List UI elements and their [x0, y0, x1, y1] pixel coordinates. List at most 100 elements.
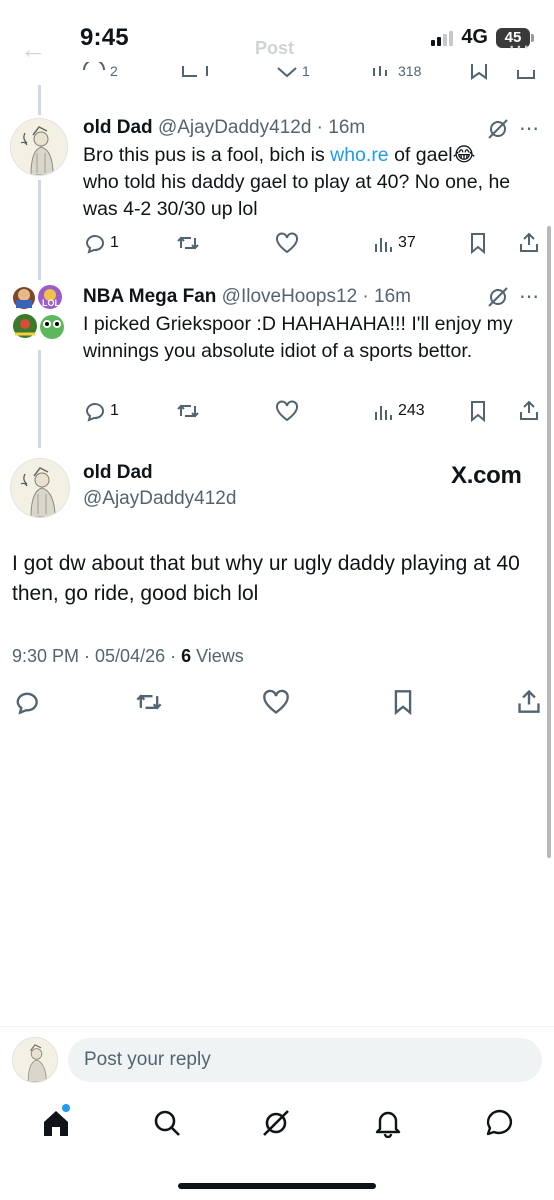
share-icon	[520, 400, 538, 420]
display-name[interactable]: NBA Mega Fan	[83, 286, 216, 307]
reply-icon	[85, 235, 104, 254]
views-icon	[375, 406, 392, 420]
share-icon	[517, 70, 535, 79]
action-bar: 1 37	[0, 230, 554, 256]
bookmark-button[interactable]	[468, 400, 488, 422]
bookmark-icon	[471, 233, 485, 254]
reply-header: old Dad @AjayDaddy412d · 16m	[83, 116, 365, 140]
views-icon	[373, 66, 387, 76]
thread-line	[38, 85, 41, 115]
heart-icon	[276, 400, 298, 422]
grok-icon[interactable]	[487, 286, 509, 308]
reply-count: 1	[110, 234, 119, 251]
unread-dot	[62, 1104, 70, 1112]
separator: ·	[357, 286, 375, 307]
more-icon[interactable]: ⋯	[519, 284, 539, 309]
post-meta: 9:30 PM · 05/04/26 · 6 Views	[12, 646, 244, 667]
repost-icon	[182, 66, 208, 77]
repost-icon	[177, 404, 199, 418]
search-icon	[154, 1110, 180, 1136]
handle[interactable]: @AjayDaddy412d	[158, 117, 311, 138]
page-title: Post	[255, 38, 295, 58]
like-button[interactable]	[275, 232, 299, 254]
reply-text: I picked Griekspoor :D HAHAHAHA!!! I'll …	[83, 313, 513, 362]
svg-text:318: 318	[398, 63, 422, 79]
reply-icon	[83, 62, 105, 71]
repost-button[interactable]	[176, 400, 200, 422]
repost-icon	[136, 694, 162, 710]
reply-placeholder: Post your reply	[84, 1049, 211, 1070]
avatar[interactable]	[10, 118, 68, 176]
bookmark-icon	[471, 64, 487, 80]
views-count: 6	[181, 646, 192, 666]
post-time[interactable]: 16m	[374, 286, 411, 307]
nav-grok[interactable]	[261, 1108, 291, 1138]
svg-text:2: 2	[110, 63, 118, 79]
messages-icon	[486, 1109, 513, 1136]
bottom-nav	[0, 1100, 554, 1150]
reply-button[interactable]: 1	[83, 232, 119, 254]
views-icon	[375, 238, 392, 252]
display-name[interactable]: old Dad	[83, 462, 153, 484]
post-text: I got dw about that but why ur ugly dadd…	[12, 552, 520, 605]
share-button[interactable]	[518, 399, 540, 421]
like-button[interactable]	[275, 400, 299, 422]
bookmark-icon	[394, 690, 412, 715]
nav-search[interactable]	[153, 1109, 181, 1137]
text-link[interactable]: who.re	[330, 144, 389, 166]
bell-icon	[375, 1111, 401, 1138]
share-icon	[518, 689, 540, 713]
more-icon[interactable]: ⋯	[508, 34, 530, 60]
heart-icon	[276, 232, 298, 254]
handle[interactable]: @IloveHoops12	[222, 286, 357, 307]
avatar[interactable]	[12, 1037, 58, 1083]
nav-messages[interactable]	[485, 1108, 515, 1138]
divider	[0, 1026, 554, 1027]
bookmark-button[interactable]	[391, 689, 415, 715]
views-button[interactable]: 37	[373, 232, 416, 254]
handle[interactable]: @AjayDaddy412d	[83, 488, 236, 510]
reply-text-part: Bro this pus is a fool, bich is	[83, 144, 331, 166]
reply-count: 1	[110, 402, 119, 419]
avatar[interactable]: LOL	[10, 284, 68, 342]
share-button[interactable]	[516, 688, 542, 714]
repost-icon	[177, 236, 199, 250]
views-count: 37	[398, 234, 416, 251]
x-watermark: X.com	[451, 462, 522, 489]
display-name[interactable]: old Dad	[83, 117, 153, 138]
repost-button[interactable]	[135, 689, 163, 715]
views-button[interactable]: 243	[373, 400, 425, 422]
action-bar: 1 243	[0, 398, 554, 424]
svg-text:1: 1	[302, 63, 310, 79]
share-button[interactable]	[518, 231, 540, 253]
heart-icon	[277, 67, 297, 78]
more-icon[interactable]: ⋯	[519, 116, 539, 141]
avatar[interactable]	[10, 458, 70, 518]
nav-home[interactable]	[42, 1108, 70, 1138]
back-arrow-icon[interactable]: ←	[20, 34, 46, 65]
action-bar	[0, 688, 554, 716]
nav-notifications[interactable]	[374, 1108, 402, 1138]
reply-button[interactable]	[13, 689, 39, 715]
separator: ·	[311, 117, 329, 138]
views-label: Views	[191, 646, 244, 666]
post-time[interactable]: 16m	[328, 117, 365, 138]
reply-button[interactable]: 1	[83, 400, 119, 422]
grok-icon	[263, 1110, 289, 1136]
bookmark-icon	[471, 401, 485, 422]
home-indicator	[178, 1183, 376, 1189]
heart-icon	[263, 689, 289, 714]
reply-text: Bro this pus is a fool, bich is who.re o…	[83, 142, 513, 223]
reply-input[interactable]: Post your reply	[68, 1038, 542, 1082]
scrollbar[interactable]	[547, 226, 551, 858]
like-button[interactable]	[262, 689, 290, 715]
grok-icon[interactable]	[487, 118, 509, 140]
repost-button[interactable]	[176, 232, 200, 254]
svg-text:LOL: LOL	[42, 298, 60, 308]
share-icon	[520, 232, 538, 252]
home-icon	[44, 1111, 68, 1136]
previous-post-actions: 2 1 318	[0, 62, 554, 82]
reply-icon	[85, 403, 104, 422]
bookmark-button[interactable]	[468, 232, 488, 254]
reply-icon	[16, 692, 38, 715]
